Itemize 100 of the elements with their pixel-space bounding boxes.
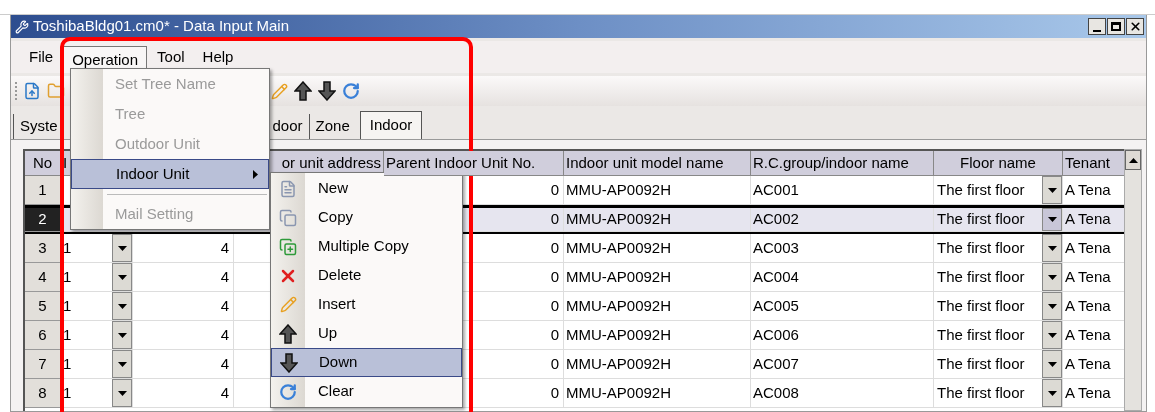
table-cell-text: MMU-AP0092H — [566, 209, 672, 229]
close-button[interactable] — [1126, 18, 1144, 35]
caret-down-icon — [1047, 332, 1057, 338]
dropdown-button[interactable] — [1042, 208, 1062, 231]
dropdown-button[interactable] — [112, 321, 132, 349]
menu-item[interactable]: New — [271, 174, 462, 203]
table-cell-text: The first floor — [936, 237, 1026, 258]
dropdown-button[interactable] — [112, 350, 132, 378]
dropdown-button[interactable] — [1042, 321, 1062, 349]
menu-item[interactable]: Down — [271, 348, 462, 377]
menu-item[interactable]: Insert — [271, 290, 462, 319]
table-cell-text: AC005 — [753, 295, 799, 316]
table-cell-text: The first floor — [936, 382, 1026, 403]
dropdown-button[interactable] — [1042, 234, 1062, 262]
column-header: R.C.group/indoor name — [753, 152, 909, 173]
table-cell-text: A Tena — [1065, 382, 1111, 403]
row-header[interactable]: 2 — [25, 208, 61, 232]
dropdown-button[interactable] — [1042, 263, 1062, 291]
table-cell-text: A Tena — [1065, 209, 1111, 229]
document-upload-icon[interactable] — [23, 82, 41, 100]
table-cell-text: 1 — [63, 237, 72, 258]
tab[interactable]: Indoor — [359, 111, 423, 139]
dropdown-button[interactable] — [1042, 379, 1062, 407]
column-header: Indoor unit model name — [566, 152, 724, 173]
table-cell-text: 4 — [220, 353, 229, 374]
caret-down-icon — [1047, 274, 1057, 280]
scrollbar[interactable] — [1124, 149, 1142, 411]
table-cell-text: A Tena — [1065, 353, 1111, 374]
menu-item[interactable]: Up — [271, 319, 462, 348]
table-cell-text: 0 — [550, 295, 559, 316]
dropdown-button[interactable] — [1042, 176, 1062, 204]
table-cell-text: MMU-AP0092H — [566, 324, 672, 345]
menu-item[interactable]: Copy — [271, 203, 462, 232]
row-header[interactable]: 3 — [25, 234, 61, 263]
table-cell-text: AC002 — [753, 209, 799, 229]
column-header: or unit address — [281, 152, 381, 173]
column-header: Parent Indoor Unit No. — [386, 152, 536, 173]
caret-down-icon — [117, 390, 127, 396]
copy-icon — [279, 208, 297, 227]
dropdown-button[interactable] — [112, 234, 132, 262]
up-arrow-icon — [294, 81, 312, 101]
caret-down-icon — [117, 361, 127, 367]
row-header[interactable]: 6 — [25, 321, 61, 350]
table-cell-text: A Tena — [1065, 324, 1111, 345]
table-cell-text: 4 — [220, 266, 229, 287]
caret-down-icon — [117, 274, 127, 280]
menu-item[interactable]: Clear — [271, 377, 462, 406]
column-header: Tenant — [1065, 152, 1111, 173]
table-cell-text: A Tena — [1065, 295, 1111, 316]
table-cell-text: AC004 — [753, 266, 799, 287]
table-cell-text: 0 — [550, 237, 559, 258]
table-cell-text: 1 — [63, 324, 72, 345]
window-title: ToshibaBldg01.cm0* - Data Input Main — [33, 16, 289, 37]
table-cell-text: MMU-AP0092H — [566, 295, 672, 316]
caret-down-icon — [117, 303, 127, 309]
row-header[interactable]: 5 — [25, 292, 61, 321]
dropdown-button[interactable] — [112, 263, 132, 291]
table-cell-text: 1 — [63, 295, 72, 316]
caret-up-icon — [1128, 157, 1138, 163]
table-cell-text: 1 — [63, 266, 72, 287]
menu-item[interactable]: Help — [194, 43, 242, 71]
up-arrow-icon — [279, 323, 297, 344]
menu-item[interactable]: Indoor Unit — [71, 159, 269, 189]
caret-down-icon — [117, 332, 127, 338]
row-header[interactable]: 7 — [25, 350, 61, 379]
table-cell-text: A Tena — [1065, 266, 1111, 287]
table-cell-text: 1 — [63, 382, 72, 403]
menu-item[interactable]: Multiple Copy — [271, 232, 462, 261]
refresh-icon[interactable] — [342, 82, 360, 100]
table-cell-text: The first floor — [936, 266, 1026, 287]
row-header[interactable]: 4 — [25, 263, 61, 292]
minimize-icon — [1093, 29, 1101, 32]
table-cell-text: The first floor — [936, 295, 1026, 316]
down-arrow-icon — [318, 81, 336, 101]
menu-item[interactable]: Tool — [149, 43, 193, 71]
maximize-button[interactable] — [1107, 18, 1125, 35]
column-header: No — [32, 152, 53, 173]
copy-plus-icon — [279, 237, 297, 256]
dropdown-button[interactable] — [112, 292, 132, 320]
dropdown-button[interactable] — [1042, 350, 1062, 378]
table-cell-text: 0 — [550, 209, 559, 229]
dropdown-button[interactable] — [112, 379, 132, 407]
menu-item[interactable]: File — [21, 43, 62, 71]
caret-down-icon — [1047, 303, 1057, 309]
close-icon — [1128, 20, 1142, 33]
row-header[interactable]: 8 — [25, 379, 61, 408]
table-cell-text: 4 — [220, 324, 229, 345]
table-cell-text: MMU-AP0092H — [566, 353, 672, 374]
minimize-button[interactable] — [1088, 18, 1106, 35]
caret-down-icon — [1047, 216, 1057, 222]
document-icon — [279, 179, 297, 198]
dropdown-button[interactable] — [1042, 292, 1062, 320]
table-cell-text: MMU-AP0092H — [566, 382, 672, 403]
table-cell-text: 0 — [550, 324, 559, 345]
table-cell-text: 4 — [220, 237, 229, 258]
caret-down-icon — [1047, 245, 1057, 251]
menu-item[interactable]: Delete — [271, 261, 462, 290]
table-cell-text: The first floor — [936, 179, 1026, 200]
row-header[interactable]: 1 — [25, 176, 61, 205]
table-cell-text: AC008 — [753, 382, 799, 403]
